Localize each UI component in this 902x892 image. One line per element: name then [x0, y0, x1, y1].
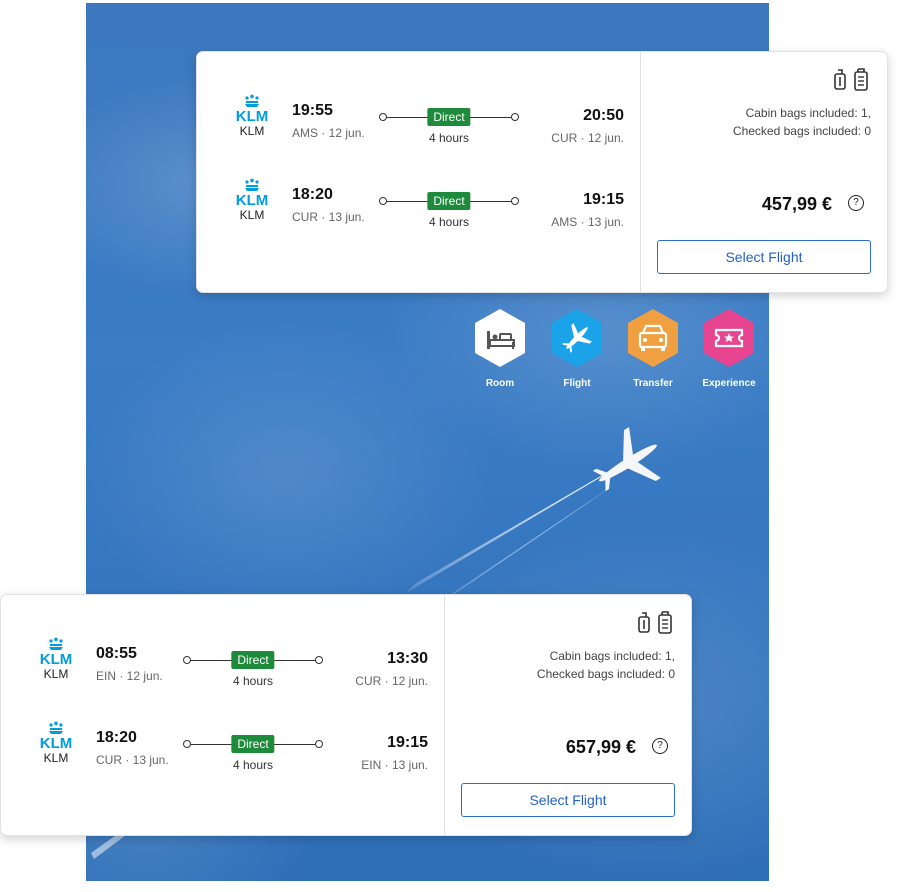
arrival-info: EIN · 13 jun.: [361, 758, 428, 772]
category-flight[interactable]: Flight: [547, 307, 607, 389]
checked-bag-icon: [854, 68, 868, 91]
cabin-bag-icon: [834, 69, 846, 90]
baggage-allowance: Cabin bags included: 1, Checked bags inc…: [537, 647, 675, 683]
outbound-leg: KLM KLM 08:55 EIN · 12 jun. Direct 4 hou…: [1, 637, 444, 697]
departure-info: CUR · 13 jun.: [292, 210, 365, 224]
route-line: Direct 4 hours: [379, 106, 519, 146]
klm-logo-icon: KLM: [236, 94, 269, 122]
return-leg: KLM KLM 18:20 CUR · 13 jun. Direct 4 hou…: [1, 721, 444, 781]
arrival-time: 19:15: [583, 191, 624, 208]
airline: KLM KLM: [225, 178, 279, 222]
departure-info: EIN · 12 jun.: [96, 669, 163, 683]
price: 657,99 €: [565, 737, 636, 757]
help-icon[interactable]: ?: [652, 738, 668, 754]
svg-text:KLM: KLM: [40, 651, 73, 665]
arrival-info: AMS · 13 jun.: [551, 215, 624, 229]
klm-logo-icon: KLM: [40, 721, 73, 749]
route-line: Direct 4 hours: [379, 190, 519, 230]
destination-dot: [315, 740, 323, 748]
departure: 18:20 CUR · 13 jun.: [96, 729, 169, 767]
flight-duration: 4 hours: [428, 131, 470, 145]
arrival: 19:15 AMS · 13 jun.: [551, 191, 624, 229]
category-room[interactable]: Room: [470, 307, 530, 389]
route-line: Direct 4 hours: [183, 649, 323, 689]
airplane-icon: [552, 309, 602, 367]
category-room-label: Room: [485, 378, 515, 389]
bed-icon: [475, 309, 525, 367]
flight-offer-card: KLM KLM 19:55 AMS · 12 jun. Direct 4 hou…: [196, 51, 888, 293]
departure-info: AMS · 12 jun.: [292, 126, 365, 140]
category-transfer-label: Transfer: [633, 378, 673, 389]
arrival: 20:50 CUR · 12 jun.: [551, 107, 624, 145]
route-line: Direct 4 hours: [183, 733, 323, 773]
airline: KLM KLM: [29, 637, 83, 681]
origin-dot: [183, 656, 191, 664]
arrival-info: CUR · 12 jun.: [355, 674, 428, 688]
ticket-icon: [704, 309, 754, 367]
baggage-allowance: Cabin bags included: 1, Checked bags inc…: [733, 104, 871, 140]
direct-badge: Direct: [427, 192, 471, 210]
svg-text:KLM: KLM: [236, 108, 269, 122]
departure-info: CUR · 13 jun.: [96, 753, 169, 767]
origin-dot: [379, 113, 387, 121]
flight-duration: 4 hours: [232, 674, 274, 688]
klm-logo-icon: KLM: [236, 178, 269, 206]
arrival-time: 20:50: [583, 107, 624, 124]
departure: 08:55 EIN · 12 jun.: [96, 645, 163, 683]
klm-logo-icon: KLM: [40, 637, 73, 665]
airline-name: KLM: [239, 208, 265, 222]
direct-badge: Direct: [231, 735, 275, 753]
svg-text:KLM: KLM: [40, 735, 73, 749]
direct-badge: Direct: [231, 651, 275, 669]
price: 457,99 €: [761, 194, 832, 214]
departure-time: 18:20: [96, 729, 137, 746]
checked-bags-text: Checked bags included: 0: [536, 667, 675, 681]
baggage-icons: [833, 68, 869, 92]
flight-duration: 4 hours: [232, 758, 274, 772]
select-flight-button[interactable]: Select Flight: [657, 240, 871, 274]
category-flight-label: Flight: [563, 378, 591, 389]
category-experience-label: Experience: [702, 378, 756, 389]
departure-time: 18:20: [292, 186, 333, 203]
destination-dot: [511, 113, 519, 121]
departure-time: 19:55: [292, 102, 333, 119]
flight-offer-card: KLM KLM 08:55 EIN · 12 jun. Direct 4 hou…: [0, 594, 692, 836]
car-icon: [628, 309, 678, 367]
origin-dot: [379, 197, 387, 205]
arrival: 19:15 EIN · 13 jun.: [361, 734, 428, 772]
direct-badge: Direct: [427, 108, 471, 126]
airline-name: KLM: [43, 751, 69, 765]
departure: 18:20 CUR · 13 jun.: [292, 186, 365, 224]
arrival-time: 13:30: [387, 650, 428, 667]
arrival-info: CUR · 12 jun.: [551, 131, 624, 145]
flight-duration: 4 hours: [428, 215, 470, 229]
arrival: 13:30 CUR · 12 jun.: [355, 650, 428, 688]
arrival-time: 19:15: [387, 734, 428, 751]
airline: KLM KLM: [29, 721, 83, 765]
baggage-icons: [637, 611, 673, 635]
airline-name: KLM: [239, 124, 265, 138]
svg-text:KLM: KLM: [236, 192, 269, 206]
departure: 19:55 AMS · 12 jun.: [292, 102, 365, 140]
price-panel: Cabin bags included: 1, Checked bags inc…: [445, 595, 691, 835]
airline-name: KLM: [43, 667, 69, 681]
checked-bags-text: Checked bags included: 0: [732, 124, 871, 138]
return-leg: KLM KLM 18:20 CUR · 13 jun. Direct 4 hou…: [197, 178, 640, 238]
destination-dot: [315, 656, 323, 664]
destination-dot: [511, 197, 519, 205]
category-experience[interactable]: Experience: [699, 307, 759, 389]
category-transfer[interactable]: Transfer: [623, 307, 683, 389]
category-icons: Room Flight Transfer Experience: [470, 307, 770, 397]
cabin-bags-text: Cabin bags included: 1,: [745, 106, 871, 120]
checked-bag-icon: [658, 611, 672, 634]
price-panel: Cabin bags included: 1, Checked bags inc…: [641, 52, 887, 292]
departure-time: 08:55: [96, 645, 137, 662]
cabin-bags-text: Cabin bags included: 1,: [549, 649, 675, 663]
cabin-bag-icon: [638, 612, 650, 633]
origin-dot: [183, 740, 191, 748]
outbound-leg: KLM KLM 19:55 AMS · 12 jun. Direct 4 hou…: [197, 94, 640, 154]
airline: KLM KLM: [225, 94, 279, 138]
select-flight-button[interactable]: Select Flight: [461, 783, 675, 817]
help-icon[interactable]: ?: [848, 195, 864, 211]
